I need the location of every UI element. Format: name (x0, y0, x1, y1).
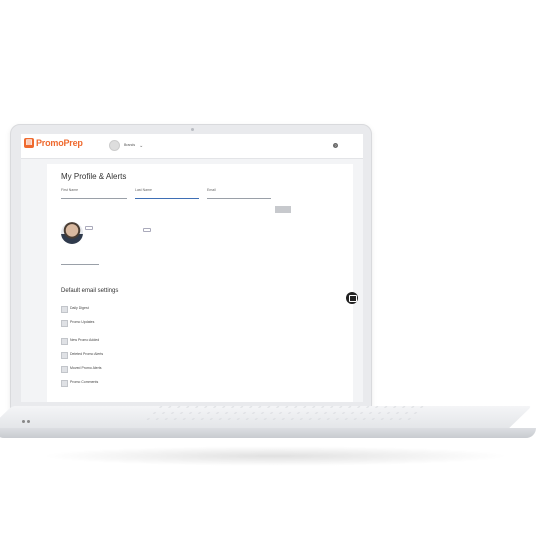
phone-field[interactable] (61, 258, 99, 265)
update-email-button[interactable] (275, 206, 291, 213)
option-title: Daily Digest (70, 306, 89, 310)
checkbox[interactable] (61, 306, 68, 313)
avatar (61, 222, 83, 244)
help-icon[interactable]: ? (333, 143, 338, 148)
checkbox[interactable] (61, 380, 68, 387)
first-name-field[interactable]: First Name (61, 188, 127, 199)
option-title: Promo Updates (70, 320, 95, 324)
last-name-label: Last Name (135, 188, 152, 192)
chevron-down-icon: ⌄ (139, 142, 144, 149)
email-settings-title: Default email settings (61, 288, 119, 294)
last-name-field[interactable]: Last Name (135, 188, 199, 199)
option-title: Deleted Promo Alerts (70, 352, 104, 356)
checkbox[interactable] (61, 352, 68, 359)
profile-panel: My Profile & Alerts First Name Last Name… (47, 164, 353, 402)
checkbox[interactable] (61, 320, 68, 327)
logo-text: PromoPrep (36, 138, 83, 148)
checkbox[interactable] (61, 338, 68, 345)
logo[interactable]: ▤ PromoPrep (24, 138, 83, 148)
first-name-input[interactable] (61, 196, 127, 199)
account-avatar (109, 140, 120, 151)
first-name-label: First Name (61, 188, 79, 192)
account-name: Brands (124, 143, 136, 147)
account-switcher[interactable]: Brands ⌄ (109, 140, 143, 151)
chat-icon[interactable] (346, 292, 358, 304)
keyboard (140, 404, 430, 422)
last-name-input[interactable] (135, 196, 199, 199)
email-label: Email (207, 188, 216, 192)
upload-photo-button[interactable] (85, 226, 93, 230)
laptop-mockup: ▤ PromoPrep Brands ⌄ ? My Profile & Aler… (0, 0, 540, 540)
reset-password-button[interactable] (143, 228, 151, 232)
camera-icon (191, 128, 194, 131)
page-title: My Profile & Alerts (61, 172, 127, 181)
checkbox[interactable] (61, 366, 68, 373)
email-input[interactable] (207, 196, 271, 199)
laptop-base (0, 398, 540, 458)
logo-icon: ▤ (24, 138, 34, 148)
indicator-lights (22, 410, 34, 423)
email-field[interactable]: Email (207, 188, 271, 199)
top-bar: ▤ PromoPrep Brands ⌄ ? (21, 134, 363, 159)
option-title: New Promo Added (70, 338, 100, 342)
laptop-lid: ▤ PromoPrep Brands ⌄ ? My Profile & Aler… (10, 124, 372, 411)
option-title: Promo Comments (70, 380, 99, 384)
option-title: Moved Promo Alerts (70, 366, 102, 370)
base-front-edge (0, 428, 536, 438)
app-screen: ▤ PromoPrep Brands ⌄ ? My Profile & Aler… (21, 134, 363, 402)
phone-input[interactable] (61, 262, 99, 265)
